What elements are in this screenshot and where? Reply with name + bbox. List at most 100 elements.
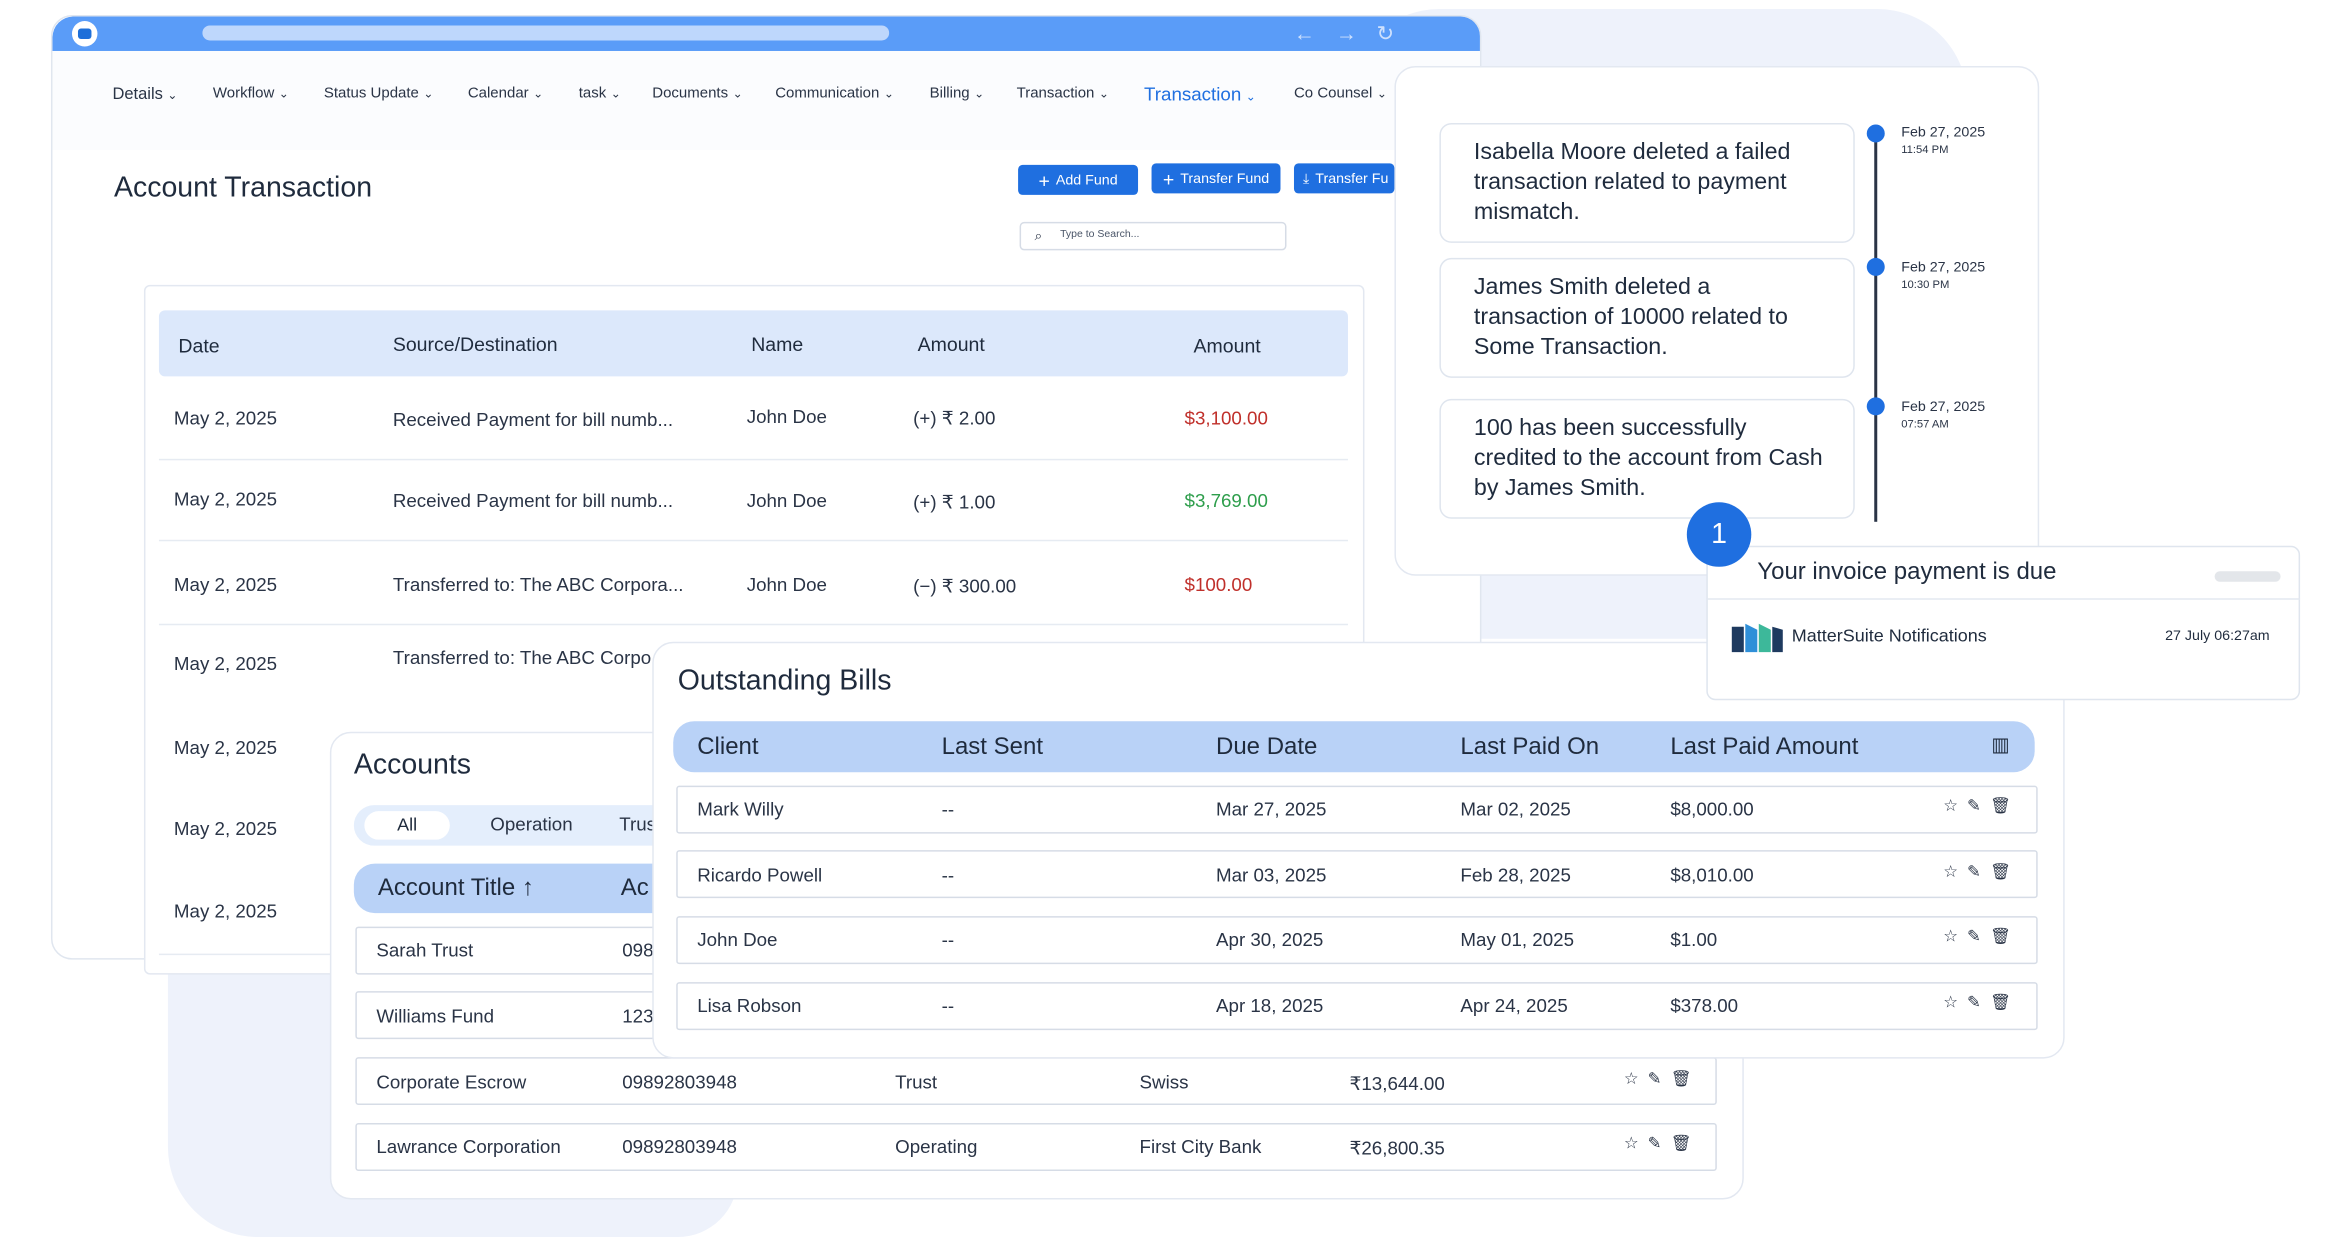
pencil-icon[interactable]: ✎ bbox=[1967, 864, 1990, 882]
bill-amount: $8,000.00 bbox=[1670, 799, 1754, 821]
tx-date: May 2, 2025 bbox=[173, 901, 278, 923]
star-icon[interactable]: ☆ bbox=[1943, 928, 1967, 946]
star-icon[interactable]: ☆ bbox=[1943, 864, 1967, 882]
star-icon[interactable]: ☆ bbox=[1624, 1135, 1648, 1153]
account-title: Sarah Trust bbox=[376, 940, 474, 962]
tx-date: May 2, 2025 bbox=[173, 407, 278, 429]
row-divider bbox=[158, 539, 1348, 542]
tx-amount: (−) ₹ 300.00 bbox=[913, 575, 1017, 597]
table-row[interactable] bbox=[676, 982, 2038, 1031]
menu-billing[interactable]: Billing ⌄ bbox=[930, 85, 985, 101]
bill-last-sent: -- bbox=[941, 929, 955, 951]
table-row[interactable] bbox=[676, 850, 2038, 899]
address-bar[interactable] bbox=[202, 25, 890, 41]
search-icon: ⌕ bbox=[1034, 227, 1043, 243]
pencil-icon[interactable]: ✎ bbox=[1967, 928, 1990, 946]
app-logo-icon bbox=[71, 20, 98, 47]
search-placeholder: Type to Search... bbox=[1060, 229, 1140, 240]
chevron-down-icon: ⌄ bbox=[533, 86, 544, 101]
trash-icon[interactable]: 🗑 bbox=[1990, 864, 2020, 882]
pencil-icon[interactable]: ✎ bbox=[1967, 994, 1990, 1012]
tx-date: May 2, 2025 bbox=[173, 574, 278, 596]
search-input[interactable]: ⌕ Type to Search... bbox=[1019, 221, 1287, 251]
bill-client: John Doe bbox=[697, 929, 778, 951]
filter-trust-tab[interactable]: Trus bbox=[619, 814, 656, 835]
activity-item: Isabella Moore deleted a failed transact… bbox=[1439, 122, 1855, 243]
chevron-down-icon: ⌄ bbox=[1245, 89, 1256, 104]
bill-last-sent: -- bbox=[941, 799, 955, 821]
account-bank: First City Bank bbox=[1139, 1136, 1262, 1158]
activity-item: 100 has been successfully credited to th… bbox=[1439, 398, 1855, 519]
back-arrow-icon[interactable]: ← bbox=[1294, 21, 1315, 45]
tx-source: Transferred to: The ABC Corpo bbox=[392, 647, 652, 669]
col-amount: Amount bbox=[917, 332, 985, 356]
table-row[interactable] bbox=[676, 916, 2038, 965]
row-divider bbox=[158, 623, 1348, 626]
browser-titlebar: ← → ↻ bbox=[52, 16, 1480, 51]
menu-documents[interactable]: Documents ⌄ bbox=[652, 85, 742, 101]
col-last-paid-on: Last Paid On bbox=[1460, 734, 1600, 761]
pencil-icon[interactable]: ✎ bbox=[1648, 1135, 1671, 1153]
plus-icon: + bbox=[1038, 168, 1050, 192]
account-type: Operating bbox=[895, 1136, 978, 1158]
trash-icon[interactable]: 🗑 bbox=[1990, 994, 2020, 1012]
account-number: 09892803948 bbox=[622, 1136, 737, 1158]
col-account-number: Ac bbox=[620, 875, 649, 902]
col-date: Date bbox=[178, 334, 220, 357]
account-balance: ₹13,644.00 bbox=[1349, 1073, 1445, 1095]
tx-source: Received Payment for bill numb... bbox=[392, 409, 674, 431]
bill-due-date: Apr 18, 2025 bbox=[1216, 995, 1324, 1017]
star-icon[interactable]: ☆ bbox=[1943, 994, 1967, 1012]
col-last-sent: Last Sent bbox=[941, 734, 1043, 761]
tx-source: Transferred to: The ABC Corpora... bbox=[392, 574, 684, 596]
trash-icon[interactable]: 🗑 bbox=[1670, 1135, 1700, 1153]
timeline-date: Feb 27, 2025 07:57 AM bbox=[1901, 398, 1986, 431]
menu-details[interactable]: Details ⌄ bbox=[112, 85, 177, 103]
chevron-down-icon: ⌄ bbox=[883, 86, 894, 101]
add-fund-button[interactable]: + Add Fund bbox=[1018, 164, 1139, 195]
star-icon[interactable]: ☆ bbox=[1624, 1071, 1648, 1089]
menu-communication[interactable]: Communication ⌄ bbox=[775, 85, 894, 101]
account-type: Trust bbox=[895, 1072, 938, 1094]
filter-operation-tab[interactable]: Operation bbox=[490, 814, 572, 835]
refresh-icon[interactable]: ↻ bbox=[1376, 21, 1394, 46]
account-number: 09892803948 bbox=[622, 1072, 737, 1094]
filter-all-tab[interactable]: All bbox=[364, 811, 450, 840]
menu-transaction-active[interactable]: Transaction ⌄ bbox=[1144, 84, 1256, 105]
notification-badge: 1 bbox=[1686, 502, 1752, 567]
col-account-title[interactable]: Account Title ↑ bbox=[378, 876, 534, 903]
transfer-fund-download-button[interactable]: ⤓ Transfer Fu bbox=[1293, 163, 1395, 194]
bill-amount: $1.00 bbox=[1670, 929, 1718, 951]
menu-workflow[interactable]: Workflow ⌄ bbox=[213, 85, 289, 101]
trash-icon[interactable]: 🗑 bbox=[1990, 798, 2020, 816]
table-row[interactable] bbox=[676, 785, 2038, 834]
menu-calendar[interactable]: Calendar ⌄ bbox=[468, 85, 543, 101]
tx-date: May 2, 2025 bbox=[173, 488, 278, 510]
timeline-date: Feb 27, 2025 10:30 PM bbox=[1901, 259, 1986, 291]
menu-task[interactable]: task ⌄ bbox=[579, 85, 621, 101]
bill-client: Ricardo Powell bbox=[697, 865, 823, 887]
pencil-icon[interactable]: ✎ bbox=[1967, 798, 1990, 816]
col-client: Client bbox=[697, 734, 759, 761]
bill-last-paid-on: May 01, 2025 bbox=[1460, 929, 1574, 951]
drag-handle[interactable] bbox=[2214, 571, 2281, 582]
menu-transaction[interactable]: Transaction ⌄ bbox=[1017, 85, 1109, 101]
outstanding-bills-title: Outstanding Bills bbox=[677, 665, 892, 698]
chevron-down-icon: ⌄ bbox=[974, 86, 985, 101]
chevron-down-icon: ⌄ bbox=[278, 86, 289, 101]
menu-status-update[interactable]: Status Update ⌄ bbox=[324, 85, 434, 101]
star-icon[interactable]: ☆ bbox=[1943, 798, 1967, 816]
table-row[interactable] bbox=[355, 1057, 1717, 1106]
bill-last-sent: -- bbox=[941, 865, 955, 887]
menu-co-counsel[interactable]: Co Counsel ⌄ bbox=[1294, 85, 1387, 101]
bill-last-paid-on: Feb 28, 2025 bbox=[1460, 865, 1571, 887]
trash-icon[interactable]: 🗑 bbox=[1670, 1071, 1700, 1089]
bill-client: Mark Willy bbox=[697, 799, 784, 821]
trash-icon[interactable]: 🗑 bbox=[1990, 928, 2020, 946]
pencil-icon[interactable]: ✎ bbox=[1648, 1071, 1671, 1089]
timeline-dot bbox=[1866, 397, 1885, 416]
col-due-date: Due Date bbox=[1216, 734, 1318, 761]
columns-icon[interactable]: ▥ bbox=[1991, 733, 2009, 757]
forward-arrow-icon[interactable]: → bbox=[1336, 21, 1357, 45]
transfer-fund-button[interactable]: + Transfer Fund bbox=[1151, 163, 1281, 194]
